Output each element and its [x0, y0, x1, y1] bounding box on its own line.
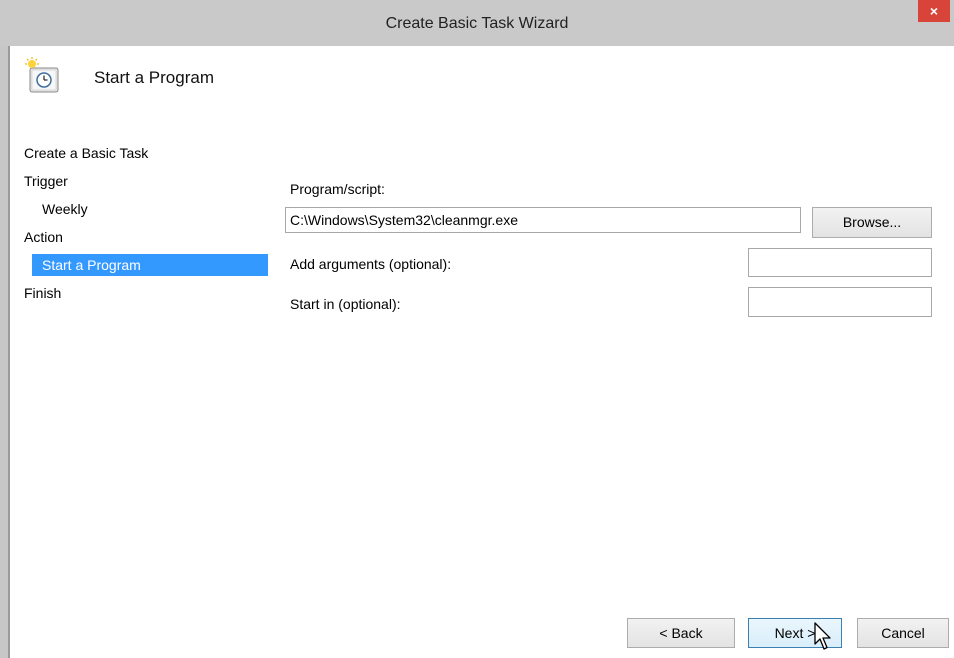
start-in-input[interactable] [748, 287, 932, 317]
mouse-pointer-icon [814, 622, 831, 650]
nav-item-start-a-program[interactable]: Start a Program [32, 254, 268, 276]
nav-item-finish[interactable]: Finish [22, 282, 61, 304]
add-arguments-input[interactable] [748, 248, 932, 277]
program-script-input[interactable]: C:\Windows\System32\cleanmgr.exe [285, 207, 801, 233]
page-title: Start a Program [94, 68, 214, 87]
wizard-header: Start a Program [10, 46, 954, 136]
nav-item-trigger[interactable]: Trigger [22, 170, 68, 192]
window-title: Create Basic Task Wizard [385, 15, 569, 32]
title-bar[interactable]: Create Basic Task Wizard × [0, 0, 954, 46]
close-icon: × [929, 3, 939, 19]
browse-button[interactable]: Browse... [812, 207, 932, 238]
cancel-button[interactable]: Cancel [857, 618, 949, 648]
add-arguments-label: Add arguments (optional): [290, 256, 452, 272]
nav-item-weekly[interactable]: Weekly [32, 198, 88, 220]
program-script-label: Program/script: [290, 181, 385, 197]
back-button[interactable]: < Back [627, 618, 735, 648]
start-in-label: Start in (optional): [290, 296, 401, 312]
close-button[interactable]: × [918, 0, 950, 22]
nav-item-create-a-basic-task[interactable]: Create a Basic Task [22, 142, 148, 164]
wizard-client-area: Start a Program Create a Basic Task Trig… [10, 46, 954, 658]
task-scheduler-clock-icon [25, 57, 59, 93]
nav-item-action[interactable]: Action [22, 226, 63, 248]
wizard-window: Create Basic Task Wizard × Start a Progr… [0, 0, 954, 658]
